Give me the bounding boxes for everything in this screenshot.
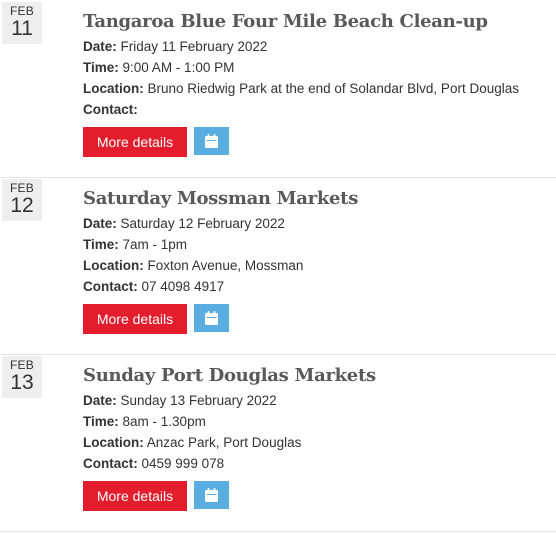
time-label: Time:: [83, 237, 119, 252]
date-label: Date:: [83, 393, 117, 408]
calendar-icon: [205, 488, 218, 502]
date-value: Friday 11 February 2022: [120, 39, 268, 54]
date-day: 11: [11, 17, 33, 40]
contact-label: Contact:: [83, 102, 138, 117]
calendar-icon: [205, 311, 218, 325]
event-date: Date: Saturday 12 February 2022: [83, 215, 285, 233]
time-label: Time:: [83, 414, 119, 429]
date-day: 12: [10, 194, 34, 217]
date-day: 13: [10, 371, 34, 394]
date-badge: FEB 13: [2, 356, 42, 398]
calendar-icon: [205, 134, 218, 148]
event-location: Location: Anzac Park, Port Douglas: [83, 434, 301, 452]
location-label: Location:: [83, 258, 144, 273]
more-details-button[interactable]: More details: [83, 481, 187, 511]
date-badge: FEB 11: [2, 2, 42, 44]
event-location: Location: Foxton Avenue, Mossman: [83, 257, 303, 275]
event-contact: Contact: 07 4098 4917: [83, 278, 224, 296]
event-location: Location: Bruno Riedwig Park at the end …: [83, 80, 519, 98]
time-value: 9:00 AM - 1:00 PM: [122, 60, 235, 75]
event-time: Time: 8am - 1.30pm: [83, 413, 206, 431]
contact-value: 07 4098 4917: [141, 279, 225, 294]
location-value: Bruno Riedwig Park at the end of Solanda…: [147, 81, 519, 96]
divider: [0, 531, 556, 532]
location-value: Foxton Avenue, Mossman: [147, 258, 304, 273]
location-label: Location:: [83, 81, 144, 96]
more-details-button[interactable]: More details: [83, 127, 187, 157]
event-contact: Contact: 0459 999 078: [83, 455, 224, 473]
event-date: Date: Sunday 13 February 2022: [83, 392, 277, 410]
more-details-button[interactable]: More details: [83, 304, 187, 334]
date-value: Sunday 13 February 2022: [120, 393, 277, 408]
contact-label: Contact:: [83, 456, 138, 471]
add-to-calendar-button[interactable]: [194, 304, 229, 332]
time-value: 8am - 1.30pm: [122, 414, 206, 429]
event-time: Time: 7am - 1pm: [83, 236, 187, 254]
event-title[interactable]: Saturday Mossman Markets: [83, 187, 358, 211]
date-label: Date:: [83, 39, 117, 54]
contact-label: Contact:: [83, 279, 138, 294]
event-date: Date: Friday 11 February 2022: [83, 38, 267, 56]
event-item: FEB 11 Tangaroa Blue Four Mile Beach Cle…: [0, 0, 556, 177]
add-to-calendar-button[interactable]: [194, 481, 229, 509]
event-time: Time: 9:00 AM - 1:00 PM: [83, 59, 234, 77]
time-value: 7am - 1pm: [122, 237, 188, 252]
event-item: FEB 13 Sunday Port Douglas Markets Date:…: [0, 354, 556, 531]
event-item: FEB 12 Saturday Mossman Markets Date: Sa…: [0, 177, 556, 354]
event-contact: Contact:: [83, 101, 138, 119]
location-label: Location:: [83, 435, 144, 450]
date-value: Saturday 12 February 2022: [120, 216, 285, 231]
contact-value: 0459 999 078: [141, 456, 225, 471]
event-title[interactable]: Sunday Port Douglas Markets: [83, 364, 376, 388]
date-badge: FEB 12: [2, 179, 42, 221]
location-value: Anzac Park, Port Douglas: [146, 435, 302, 450]
date-label: Date:: [83, 216, 117, 231]
event-title[interactable]: Tangaroa Blue Four Mile Beach Clean-up: [83, 10, 488, 34]
add-to-calendar-button[interactable]: [194, 127, 229, 155]
time-label: Time:: [83, 60, 119, 75]
